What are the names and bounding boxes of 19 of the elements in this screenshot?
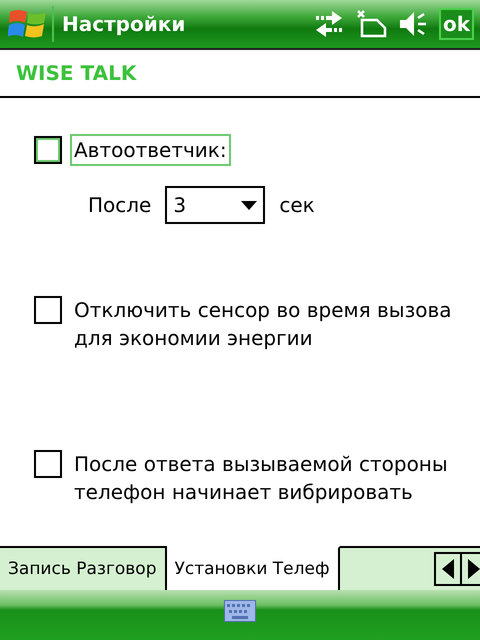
checkbox-label[interactable]: После ответа вызываемой стороны телефон начинает вибрировать <box>70 448 476 508</box>
unit-label: сек <box>279 193 315 217</box>
antenna-off-icon[interactable] <box>354 8 387 40</box>
checkbox-label[interactable]: Отключить сенсор во время вызова для экономии энергии <box>70 294 476 354</box>
dropdown-caret-icon <box>241 200 258 210</box>
seconds-dropdown[interactable]: 3 <box>165 186 266 224</box>
app-title: WISE TALK <box>0 50 480 98</box>
right-arrow-icon[interactable] <box>468 559 480 579</box>
tab[interactable]: Запись Разговор <box>0 546 167 590</box>
window-title: Настройки <box>62 12 186 36</box>
field-label: После <box>88 193 152 217</box>
checkbox-label[interactable]: Автоответчик: <box>70 134 231 166</box>
left-arrow-icon[interactable] <box>442 559 454 579</box>
tab-scroll-control[interactable] <box>434 552 480 586</box>
checkbox[interactable] <box>34 296 62 324</box>
ok-button[interactable]: ok <box>438 8 474 40</box>
checkbox[interactable] <box>34 450 62 478</box>
checkbox[interactable] <box>34 136 62 164</box>
tab[interactable]: Установки Телеф <box>166 546 340 590</box>
